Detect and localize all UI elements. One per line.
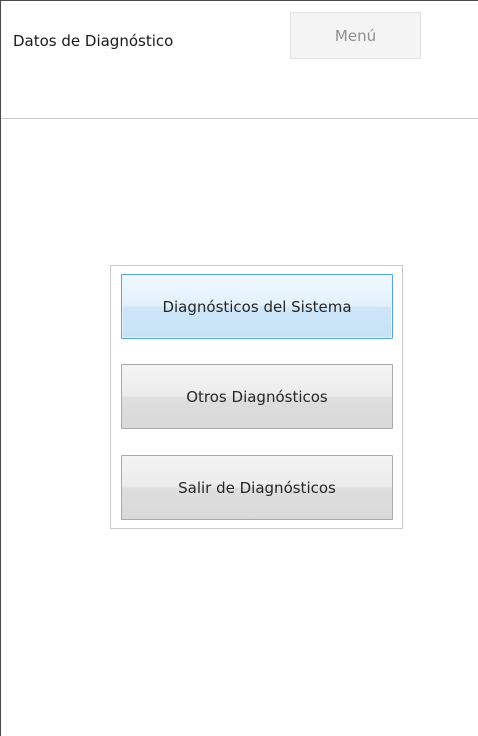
diagnostics-menu-panel: Diagnósticos del Sistema Otros Diagnósti… [110, 265, 403, 529]
system-diagnostics-button[interactable]: Diagnósticos del Sistema [121, 274, 393, 339]
app-window: Datos de Diagnóstico Menú Diagnósticos d… [0, 0, 478, 736]
content-area: Diagnósticos del Sistema Otros Diagnósti… [1, 119, 478, 736]
exit-diagnostics-button[interactable]: Salir de Diagnósticos [121, 455, 393, 520]
header-bar: Datos de Diagnóstico Menú [1, 1, 478, 118]
menu-button[interactable]: Menú [290, 12, 421, 59]
other-diagnostics-button[interactable]: Otros Diagnósticos [121, 364, 393, 429]
page-title: Datos de Diagnóstico [13, 32, 174, 50]
